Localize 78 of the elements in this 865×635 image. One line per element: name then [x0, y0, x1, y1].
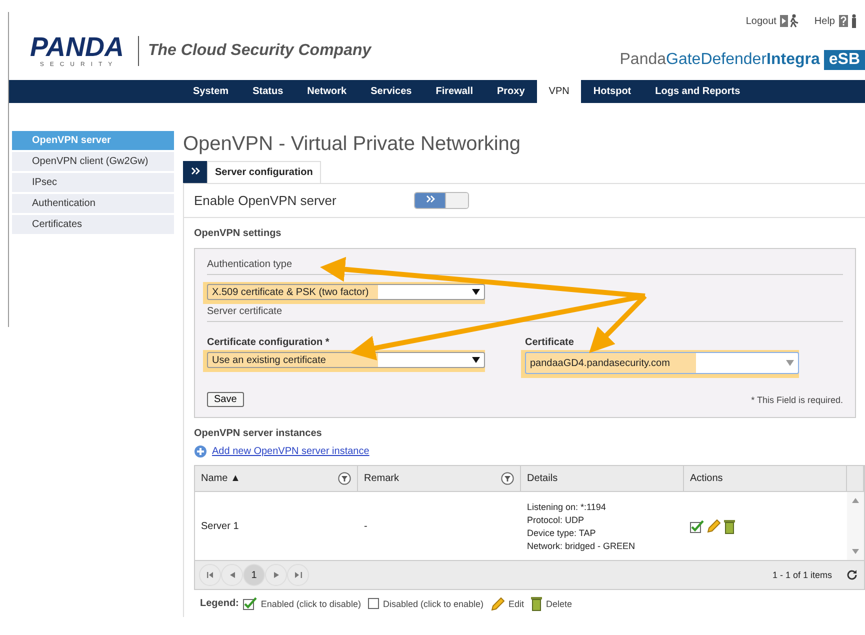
column-header[interactable]: Remark	[364, 473, 400, 484]
menu-tab[interactable]: System	[181, 80, 241, 103]
field-label: Certificate	[525, 337, 575, 348]
detail-line: Device type: TAP	[527, 528, 596, 538]
menu-tab[interactable]: Logs and Reports	[643, 80, 752, 103]
legend-label: Disabled (click to enable)	[382, 598, 484, 608]
field-label: Server certificate	[207, 304, 843, 322]
previous-page-button[interactable]	[221, 564, 243, 586]
column-header[interactable]: Actions	[690, 473, 723, 484]
field-label: Authentication type	[207, 257, 843, 275]
tab[interactable]: Server configuration	[207, 161, 321, 183]
last-page-icon	[294, 572, 302, 578]
enable-label: Enable OpenVPN server	[194, 193, 338, 208]
page-title: OpenVPN - Virtual Private Networking	[183, 132, 522, 157]
table-cell: -	[364, 520, 368, 532]
caret-icon	[472, 289, 480, 295]
previous-icon	[230, 572, 234, 578]
certificate-dropdown[interactable]: pandaaGD4.pandasecurity.com	[525, 352, 799, 374]
menu-tab[interactable]: Network	[295, 80, 359, 103]
menu-tab[interactable]: Status	[240, 80, 296, 103]
detail-line: Protocol: UDP	[527, 514, 584, 524]
refresh-icon[interactable]	[846, 569, 858, 581]
sidebar-item[interactable]: OpenVPN client (Gw2Gw)	[12, 152, 174, 171]
menu-tab[interactable]: Firewall	[424, 80, 485, 103]
legend-label: Delete	[546, 598, 572, 608]
add-icon[interactable]	[194, 445, 207, 458]
first-page-button[interactable]	[199, 564, 221, 586]
table-cell: Server 1	[201, 520, 239, 532]
scroll-down-icon[interactable]	[852, 549, 859, 554]
checkbox-checked-icon[interactable]	[690, 520, 704, 532]
save-button[interactable]: Save	[207, 392, 244, 407]
top-link[interactable]: Help	[814, 16, 835, 26]
pager-summary: 1 - 1 of 1 items	[772, 570, 832, 580]
last-page-button[interactable]	[287, 564, 309, 586]
trash-icon[interactable]	[724, 518, 735, 534]
sidebar-item[interactable]: Authentication	[12, 194, 174, 213]
cert-config-dropdown[interactable]: Use an existing certificate	[207, 352, 485, 368]
chevron-icon	[190, 167, 200, 175]
detail-line: Network: bridged - GREEN	[527, 540, 636, 550]
section-title: OpenVPN server instances	[194, 427, 323, 441]
product-logo: PandaGateDefenderIntegra eSB	[620, 50, 865, 70]
pencil-icon	[490, 596, 504, 610]
pencil-icon[interactable]	[707, 519, 721, 533]
required-note: * This Field is required.	[751, 394, 843, 404]
caret-icon	[786, 360, 794, 366]
filter-icon[interactable]	[501, 472, 514, 485]
trash-icon	[531, 596, 542, 611]
section-title: OpenVPN settings	[194, 227, 282, 241]
sidebar-item[interactable]: Certificates	[12, 215, 174, 234]
help-icon[interactable]	[839, 14, 859, 28]
column-header[interactable]: Details	[527, 473, 558, 484]
menu-tab[interactable]: Proxy	[485, 80, 537, 103]
sidebar-item[interactable]: IPsec	[12, 173, 174, 192]
first-page-icon	[206, 572, 214, 578]
legend-label: Enabled (click to disable)	[260, 598, 361, 608]
field-label: Certificate configuration *	[207, 337, 330, 348]
filter-icon[interactable]	[338, 472, 351, 485]
legend-label: Edit	[508, 598, 524, 608]
tagline: The Cloud Security Company	[138, 36, 372, 66]
menu-tab[interactable]: Hotspot	[581, 80, 644, 103]
checkbox-icon	[368, 598, 379, 609]
toggle-switch[interactable]	[414, 192, 469, 209]
menu-tab[interactable]: VPN	[536, 80, 582, 103]
scroll-up-icon[interactable]	[852, 498, 859, 503]
next-icon	[274, 572, 278, 578]
checkbox-checked-icon	[242, 597, 257, 610]
add-instance-link[interactable]: Add new OpenVPN server instance	[212, 446, 370, 457]
menu-tab[interactable]: Services	[358, 80, 424, 103]
auth-type-dropdown[interactable]: X.509 certificate & PSK (two factor)	[207, 284, 485, 300]
detail-line: Listening on: *:1194	[527, 502, 606, 512]
chevron-icon	[426, 195, 434, 203]
caret-icon	[472, 357, 480, 363]
top-link[interactable]: Logout	[746, 16, 776, 26]
legend-title: Legend:	[200, 598, 239, 609]
next-page-button[interactable]	[265, 564, 287, 586]
column-header[interactable]: Name ▲	[201, 473, 240, 484]
page-button[interactable]: 1	[243, 564, 265, 586]
exit-icon[interactable]	[780, 14, 800, 28]
